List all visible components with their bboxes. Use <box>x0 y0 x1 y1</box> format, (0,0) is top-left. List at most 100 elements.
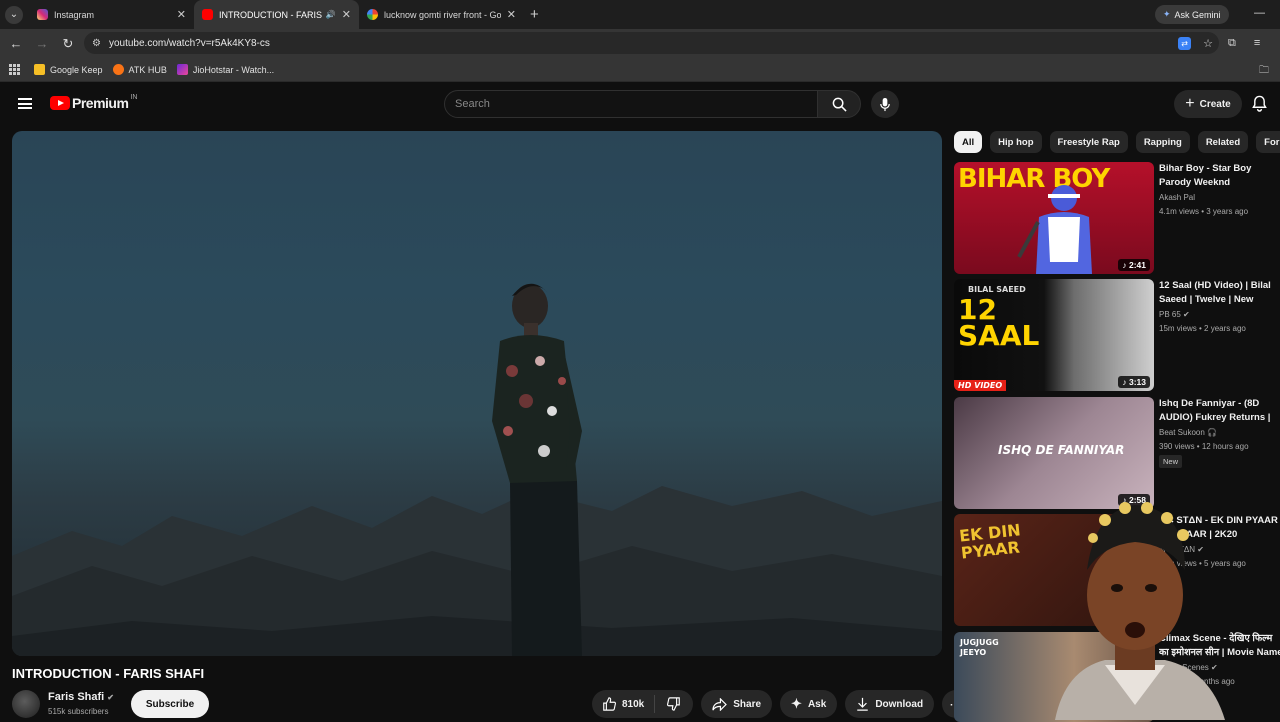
tab-google-search[interactable]: lucknow gomti river front - Goo ✕ <box>359 0 524 29</box>
reload-icon[interactable]: ↻ <box>55 36 81 52</box>
ask-gemini-button[interactable]: ✦ Ask Gemini <box>1155 5 1229 24</box>
extensions-puzzle-icon[interactable]: ⧉ <box>1228 37 1236 50</box>
url-text: youtube.com/watch?v=r5Ak4KY8-cs <box>108 37 270 49</box>
duration-text: 2:41 <box>1128 260 1146 270</box>
chip-related[interactable]: Related <box>1197 131 1249 153</box>
create-button[interactable]: + Create <box>1174 90 1242 118</box>
ask-button[interactable]: ✦ Ask <box>780 690 838 718</box>
like-count: 810k <box>622 698 645 710</box>
chip-hip-hop[interactable]: Hip hop <box>990 131 1042 153</box>
video-duration: ♪ 3:13 <box>1118 376 1150 388</box>
tab-search-chevron-icon[interactable]: ⌄ <box>5 5 23 24</box>
reading-list-icon[interactable]: ≡ <box>1254 37 1260 50</box>
thumbnail-text: ISHQ DE FANNIYAR <box>998 443 1125 457</box>
verified-check-icon: ✔ <box>1183 310 1190 319</box>
hd-video-badge: HD VIDEO <box>954 380 1007 391</box>
address-bar[interactable]: ⚙ youtube.com/watch?v=r5Ak4KY8-cs ⇄ ☆ <box>84 32 1219 54</box>
site-info-icon[interactable]: ⚙ <box>92 38 101 49</box>
bookmark-label: JioHotstar - Watch... <box>192 64 275 75</box>
brand-label: Premium <box>72 95 129 111</box>
animated-avatar-overlay <box>1055 502 1225 720</box>
related-video-item[interactable]: BIHAR BOY ♪ 2:41 Bihar Boy - Star Boy Pa… <box>954 162 1280 274</box>
download-button[interactable]: Download <box>845 690 935 718</box>
thumbnail-figure <box>1017 185 1092 274</box>
youtube-premium-logo[interactable]: Premium IN <box>50 94 137 111</box>
download-icon <box>857 697 869 711</box>
thumbnail-text: 12 SAAL <box>958 293 1040 352</box>
thumbs-down-icon <box>667 697 681 711</box>
jiohotstar-icon <box>176 64 188 75</box>
video-frame-man-in-floral-shirt <box>492 283 582 656</box>
browser-tabbar: ⌄ Instagram ✕ INTRODUCTION - FARIS SH 🔊 … <box>0 0 1280 29</box>
browser-toolbar: ← → ↻ ⚙ youtube.com/watch?v=r5Ak4KY8-cs … <box>0 29 1280 58</box>
new-tab-plus-icon[interactable]: + <box>530 6 539 23</box>
back-arrow-icon[interactable]: ← <box>3 36 29 51</box>
bookmark-star-icon[interactable]: ☆ <box>1203 37 1213 50</box>
chip-freestyle-rap[interactable]: Freestyle Rap <box>1049 131 1128 153</box>
subscribe-button[interactable]: Subscribe <box>131 690 209 718</box>
ask-gemini-label: Ask Gemini <box>1174 9 1221 20</box>
bookmark-jiohotstar[interactable]: JioHotstar - Watch... <box>176 64 275 75</box>
search-icon <box>832 97 847 112</box>
menu-hamburger-icon[interactable] <box>18 98 32 109</box>
minimize-window-icon[interactable]: — <box>1254 7 1265 19</box>
voice-search-button[interactable] <box>871 90 899 118</box>
youtube-icon <box>202 9 213 20</box>
channel-name-container[interactable]: Faris Shafi ✔ <box>48 691 114 703</box>
audio-playing-icon[interactable]: 🔊 <box>326 10 336 19</box>
video-player[interactable] <box>12 131 942 656</box>
related-video-channel: PB 65 ✔ <box>1159 310 1280 319</box>
forward-arrow-icon[interactable]: → <box>29 36 55 51</box>
search-placeholder: Search <box>455 98 490 110</box>
dislike-button[interactable] <box>655 697 693 711</box>
notifications-bell-icon[interactable] <box>1252 95 1267 112</box>
translate-icon[interactable]: ⇄ <box>1178 36 1192 50</box>
chip-rapping[interactable]: Rapping <box>1135 131 1190 153</box>
related-video-title: 12 Saal (HD Video) | Bilal Saeed | Twelv… <box>1159 280 1271 305</box>
related-video-item[interactable]: BILAL SAEED 12 SAAL HD VIDEO ♪ 3:13 12 S… <box>954 279 1280 391</box>
create-label: Create <box>1199 98 1231 110</box>
thumbs-up-icon <box>603 697 616 711</box>
like-dislike-group: 810k <box>592 690 694 718</box>
channel-row: Faris Shafi ✔ 515k subscribers Subscribe … <box>12 688 971 720</box>
video-actions: 810k Share ✦ Ask Download ⋯ <box>592 690 971 718</box>
youtube-play-logo-icon <box>50 96 70 110</box>
video-thumbnail[interactable]: BIHAR BOY ♪ 2:41 <box>954 162 1154 274</box>
like-button[interactable]: 810k <box>592 695 656 713</box>
share-button[interactable]: Share <box>701 690 773 718</box>
related-video-channel: Beat Sukoon 🎧 <box>1159 428 1280 437</box>
thumbnail-text: JUGJUGG JEEYO <box>960 638 999 657</box>
verified-check-icon: ✔ <box>107 693 114 702</box>
apps-grid-icon[interactable] <box>9 64 20 75</box>
new-badge: New <box>1159 455 1183 468</box>
plus-icon: + <box>1185 95 1195 112</box>
chip-all[interactable]: All <box>954 131 983 153</box>
youtube-header: Premium IN Search + Create <box>0 83 1280 125</box>
google-icon <box>367 9 378 20</box>
tab-close-icon[interactable]: ✕ <box>177 8 186 21</box>
bookmark-atk-hub[interactable]: ATK HUB <box>112 64 167 75</box>
keep-icon <box>34 64 45 75</box>
download-label: Download <box>875 698 924 710</box>
bookmark-label: Google Keep <box>50 64 103 75</box>
bookmark-google-keep[interactable]: Google Keep <box>34 64 103 75</box>
tab-youtube-video[interactable]: INTRODUCTION - FARIS SH 🔊 ✕ <box>194 0 359 29</box>
video-title: INTRODUCTION - FARIS SHAFI <box>12 666 205 681</box>
bookmark-label: ATK HUB <box>128 64 167 75</box>
duration-text: 3:13 <box>1128 377 1146 387</box>
search-input[interactable]: Search <box>444 90 818 118</box>
thumbnail-text: EK DIN PYAAR <box>958 520 1022 563</box>
all-bookmarks-folder-icon[interactable]: 🗀 <box>1259 63 1269 80</box>
tab-instagram[interactable]: Instagram ✕ <box>29 0 194 29</box>
tab-close-icon[interactable]: ✕ <box>507 8 516 21</box>
tab-title: Instagram <box>54 9 95 20</box>
subscriber-count: 515k subscribers <box>48 707 109 716</box>
video-duration: ♪ 2:41 <box>1118 259 1150 271</box>
tab-close-icon[interactable]: ✕ <box>342 8 351 21</box>
video-thumbnail[interactable]: BILAL SAEED 12 SAAL HD VIDEO ♪ 3:13 <box>954 279 1154 391</box>
channel-avatar[interactable] <box>12 690 40 718</box>
related-video-meta: 4.1m views • 3 years ago <box>1159 207 1249 216</box>
related-video-title: Bihar Boy - Star Boy Parody Weeknd <box>1159 163 1252 188</box>
chip-for-you[interactable]: For you <box>1256 131 1280 153</box>
search-button[interactable] <box>817 90 861 118</box>
